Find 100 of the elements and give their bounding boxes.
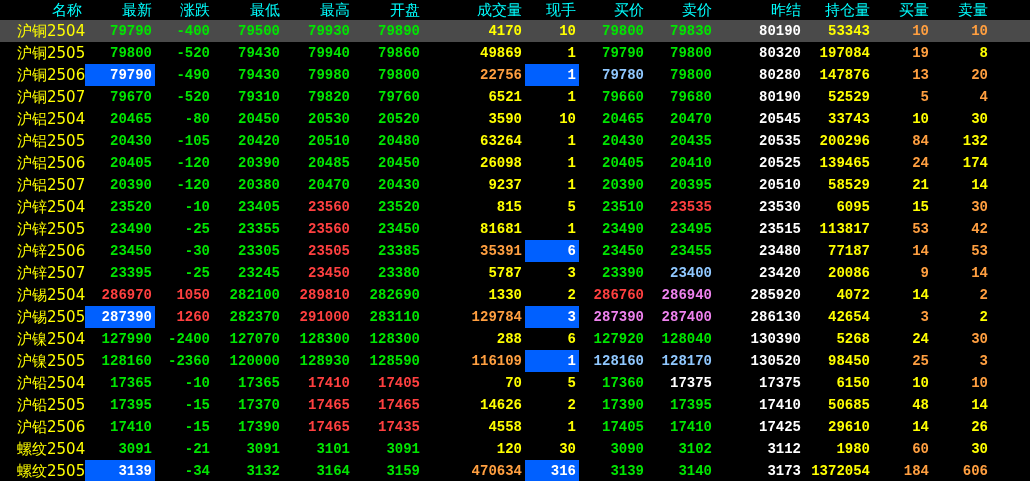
table-cell-text: 20405	[601, 154, 645, 173]
column-header[interactable]: 开盘	[353, 0, 423, 20]
table-cell-text: 23535	[669, 198, 713, 217]
table-cell-text: 23385	[377, 242, 421, 261]
table-row[interactable]: 螺纹2504 3091 -21 3091 3101 3091 120 30 3090 3102 3112 1980 60 30	[0, 438, 1030, 460]
contract-name: 沪铜2504	[16, 21, 85, 41]
table-row[interactable]: 沪铝2506 20405 -120 20390 20485 20450 26098 1 20405 20410 20525 139465 24 174	[0, 152, 1030, 174]
table-cell-text: 79860	[377, 44, 421, 63]
column-header[interactable]: 卖量	[932, 0, 991, 20]
table-row[interactable]: 沪锌2507 23395 -25 23245 23450 23380 5787 3 23390 23400 23420 20086 9 14	[0, 262, 1030, 284]
table-cell-text: 20390	[109, 176, 153, 195]
column-header[interactable]: 最低	[213, 0, 283, 20]
column-header[interactable]: 最新	[85, 0, 155, 20]
table-cell-text: 70	[504, 374, 523, 393]
table-cell-text: 17465	[307, 396, 351, 415]
table-row[interactable]: 沪锌2506 23450 -30 23305 23505 23385 35391 6 23450 23455 23480 77187 14 53	[0, 240, 1030, 262]
table-cell-text: 3	[566, 264, 577, 283]
column-header[interactable]: 买量	[873, 0, 932, 20]
table-row[interactable]: 沪镍2504 127990 -2400 127070 128300 128300 288 6 127920 128040 130390 5268 24 30	[0, 328, 1030, 350]
table-cell-text: 17375	[758, 374, 802, 393]
table-cell-text: 285920	[749, 286, 802, 305]
table-cell-text: 20390	[601, 176, 645, 195]
table-cell-text: 79660	[601, 88, 645, 107]
contract-name: 沪铜2505	[16, 43, 85, 63]
table-cell-text: 2	[566, 396, 577, 415]
table-cell-text: 184	[902, 462, 930, 481]
table-cell-text: 24	[911, 154, 930, 173]
contract-name: 沪锌2507	[16, 263, 85, 283]
table-cell-text: 79800	[669, 44, 713, 63]
table-cell-text: 20390	[237, 154, 281, 173]
column-header[interactable]: 持仓量	[804, 0, 873, 20]
column-header[interactable]: 成交量	[423, 0, 525, 20]
table-cell-text: 9237	[487, 176, 523, 195]
table-cell-text: 23490	[601, 220, 645, 239]
table-cell-text: 14	[970, 176, 989, 195]
table-cell-text: 1	[566, 88, 577, 107]
table-cell-text: 20510	[758, 176, 802, 195]
table-cell-text: 10	[911, 22, 930, 41]
table-cell-text: 8	[978, 44, 989, 63]
table-cell-text: -120	[175, 154, 211, 173]
table-cell-text: 79800	[109, 44, 153, 63]
contract-name: 沪锡2504	[16, 285, 85, 305]
table-cell-text: 3112	[766, 440, 802, 459]
table-cell-text: 17465	[377, 396, 421, 415]
table-row[interactable]: 沪锌2504 23520 -10 23405 23560 23520 815 5 23510 23535 23530 6095 15 30	[0, 196, 1030, 218]
table-cell-text: -490	[175, 66, 211, 85]
table-cell-text: 1	[566, 154, 577, 173]
table-row[interactable]: 沪铜2504 79790 -400 79500 79930 79890 4170 10 79800 79830 80190 53343 10 10	[0, 20, 1030, 42]
table-cell-text: -30	[183, 242, 211, 261]
table-row[interactable]: 沪铝2507 20390 -120 20380 20470 20430 9237 1 20390 20395 20510 58529 21 14	[0, 174, 1030, 196]
column-header[interactable]: 现手	[525, 0, 579, 20]
table-cell-text: 17370	[237, 396, 281, 415]
table-cell-text: 2	[566, 286, 577, 305]
table-row[interactable]: 沪铜2507 79670 -520 79310 79820 79760 6521 1 79660 79680 80190 52529 5 4	[0, 86, 1030, 108]
table-cell-text: 23450	[109, 242, 153, 261]
table-row[interactable]: 沪铅2504 17365 -10 17365 17410 17405 70 5 17360 17375 17375 6150 10 10	[0, 372, 1030, 394]
table-cell-text: 79980	[307, 66, 351, 85]
table-cell-text: -15	[183, 396, 211, 415]
table-row[interactable]: 沪锡2505 287390 1260 282370 291000 283110 129784 3 287390 287400 286130 42654 3 2	[0, 306, 1030, 328]
table-cell-text: 20405	[109, 154, 153, 173]
column-header[interactable]: 名称	[0, 0, 85, 20]
table-row[interactable]: 沪铝2504 20465 -80 20450 20530 20520 3590 10 20465 20470 20545 33743 10 30	[0, 108, 1030, 130]
column-header[interactable]: 卖价	[647, 0, 715, 20]
table-cell-text: 23510	[601, 198, 645, 217]
table-cell-text: 17410	[109, 418, 153, 437]
table-row[interactable]: 沪镍2505 128160 -2360 120000 128930 128590 116109 1 128160 128170 130520 98450 25 3	[0, 350, 1030, 372]
column-header[interactable]: 涨跌	[155, 0, 213, 20]
table-cell-text: 17390	[601, 396, 645, 415]
table-cell-text: 23520	[377, 198, 421, 217]
table-cell-text: 52529	[827, 88, 871, 107]
contract-name: 沪铅2505	[16, 395, 85, 415]
table-cell-text: 22756	[479, 66, 523, 85]
table-cell-text: 6	[566, 330, 577, 349]
table-row[interactable]: 沪锡2504 286970 1050 282100 289810 282690 1330 2 286760 286940 285920 4072 14 2	[0, 284, 1030, 306]
table-row[interactable]: 沪铜2505 79800 -520 79430 79940 79860 49869 1 79790 79800 80320 197084 19 8	[0, 42, 1030, 64]
table-cell-text: 30	[558, 440, 577, 459]
contract-name: 螺纹2504	[16, 439, 85, 459]
column-header[interactable]: 买价	[579, 0, 647, 20]
table-cell-text: 3091	[385, 440, 421, 459]
table-row[interactable]: 沪铝2505 20430 -105 20420 20510 20480 63264 1 20430 20435 20535 200296 84 132	[0, 130, 1030, 152]
table-cell-text: 23505	[307, 242, 351, 261]
table-cell-text: 113817	[818, 220, 871, 239]
table-row[interactable]: 沪铜2506 79790 -490 79430 79980 79800 22756 1 79780 79800 80280 147876 13 20	[0, 64, 1030, 86]
table-cell-text: 23450	[601, 242, 645, 261]
table-row[interactable]: 沪铅2505 17395 -15 17370 17465 17465 14626 2 17390 17395 17410 50685 48 14	[0, 394, 1030, 416]
table-row[interactable]: 沪铅2506 17410 -15 17390 17465 17435 4558 1 17405 17410 17425 29610 14 26	[0, 416, 1030, 438]
table-cell-text: 14	[911, 286, 930, 305]
table-row[interactable]: 沪锌2505 23490 -25 23355 23560 23450 81681 1 23490 23495 23515 113817 53 42	[0, 218, 1030, 240]
table-cell-text: 17360	[601, 374, 645, 393]
column-header[interactable]: 昨结	[715, 0, 804, 20]
table-cell-text: 127990	[100, 330, 153, 349]
table-cell-text: 3	[919, 308, 930, 327]
table-cell-text: 58529	[827, 176, 871, 195]
table-cell-text: 17405	[601, 418, 645, 437]
table-cell-text: 3090	[609, 440, 645, 459]
table-row[interactable]: 螺纹2505 3139 -34 3132 3164 3159 470634 316 3139 3140 3173 1372054 184 606	[0, 460, 1030, 481]
table-cell-text: 23515	[758, 220, 802, 239]
table-cell-text: 20430	[109, 132, 153, 151]
table-cell-text: 282370	[228, 308, 281, 327]
column-header[interactable]: 最高	[283, 0, 353, 20]
